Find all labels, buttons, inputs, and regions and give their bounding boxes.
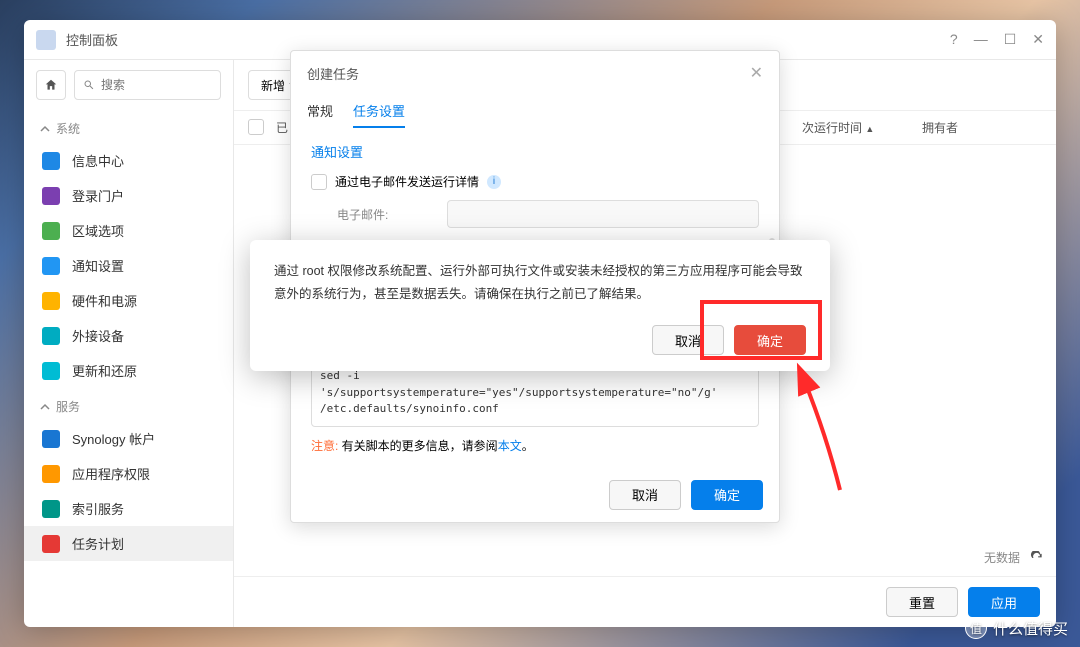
sidebar-item-Synology 帐户[interactable]: Synology 帐户 <box>24 421 233 456</box>
sidebar-item-登录门户[interactable]: 登录门户 <box>24 178 233 213</box>
select-all-checkbox[interactable] <box>248 119 264 135</box>
nav-icon <box>42 222 60 240</box>
search-icon <box>83 78 95 92</box>
home-icon <box>44 78 58 92</box>
sidebar-item-label: 硬件和电源 <box>72 291 137 310</box>
sidebar-item-label: 信息中心 <box>72 151 124 170</box>
col-owner[interactable]: 拥有者 <box>922 119 1042 136</box>
refresh-icon[interactable] <box>1030 551 1044 565</box>
tab-task-settings[interactable]: 任务设置 <box>353 95 405 128</box>
sidebar-item-label: 登录门户 <box>72 186 124 205</box>
modal-title: 创建任务 <box>307 64 359 83</box>
sidebar-section-header[interactable]: 系统 <box>24 110 233 143</box>
sidebar-item-外接设备[interactable]: 外接设备 <box>24 318 233 353</box>
apply-button[interactable]: 应用 <box>968 587 1040 617</box>
no-data-label: 无数据 <box>984 549 1020 566</box>
sidebar-item-通知设置[interactable]: 通知设置 <box>24 248 233 283</box>
nav-icon <box>42 535 60 553</box>
chevron-up-icon <box>40 124 50 134</box>
sidebar-item-任务计划[interactable]: 任务计划 <box>24 526 233 561</box>
nav-icon <box>42 430 60 448</box>
nav-icon <box>42 327 60 345</box>
sidebar-section-header[interactable]: 服务 <box>24 388 233 421</box>
nav-icon <box>42 500 60 518</box>
note-label: 注意: <box>311 439 338 453</box>
sidebar-item-索引服务[interactable]: 索引服务 <box>24 491 233 526</box>
help-icon[interactable]: ? <box>950 31 958 48</box>
confirm-ok-button[interactable]: 确定 <box>734 325 806 355</box>
confirm-cancel-button[interactable]: 取消 <box>652 325 724 355</box>
sidebar-item-信息中心[interactable]: 信息中心 <box>24 143 233 178</box>
app-icon <box>36 30 56 50</box>
sidebar-item-label: Synology 帐户 <box>72 429 155 448</box>
sidebar-item-区域选项[interactable]: 区域选项 <box>24 213 233 248</box>
modal-cancel-button[interactable]: 取消 <box>609 480 681 510</box>
sidebar-item-label: 应用程序权限 <box>72 464 150 483</box>
nav-icon <box>42 465 60 483</box>
nav-icon <box>42 257 60 275</box>
new-button-label: 新增 <box>261 77 285 94</box>
email-input[interactable] <box>447 200 759 228</box>
col-next-run[interactable]: 次运行时间 ▲ <box>802 119 922 136</box>
sidebar-item-应用程序权限[interactable]: 应用程序权限 <box>24 456 233 491</box>
watermark-badge: 值 <box>965 617 987 639</box>
modal-ok-button[interactable]: 确定 <box>691 480 763 510</box>
nav-icon <box>42 152 60 170</box>
nav-icon <box>42 187 60 205</box>
sidebar-item-硬件和电源[interactable]: 硬件和电源 <box>24 283 233 318</box>
email-field-label: 电子邮件: <box>337 206 437 223</box>
window-title: 控制面板 <box>66 30 950 49</box>
home-button[interactable] <box>36 70 66 100</box>
email-checkbox[interactable] <box>311 174 327 190</box>
sidebar-item-label: 区域选项 <box>72 221 124 240</box>
search-field[interactable] <box>101 78 212 92</box>
note-text: 有关脚本的更多信息，请参阅 <box>338 439 497 453</box>
modal-close-icon[interactable]: ✕ <box>750 63 763 83</box>
close-icon[interactable]: ✕ <box>1032 31 1044 48</box>
sidebar-item-更新和还原[interactable]: 更新和还原 <box>24 353 233 388</box>
maximize-icon[interactable]: ☐ <box>1004 31 1017 48</box>
info-icon[interactable]: i <box>487 175 501 189</box>
watermark: 值 什么值得买 <box>965 617 1068 639</box>
tab-general[interactable]: 常规 <box>307 95 333 128</box>
search-input[interactable] <box>74 70 221 100</box>
sidebar-item-label: 索引服务 <box>72 499 124 518</box>
chevron-up-icon <box>40 402 50 412</box>
sidebar-item-label: 更新和还原 <box>72 361 137 380</box>
minimize-icon[interactable]: — <box>974 31 988 48</box>
note-link[interactable]: 本文 <box>498 439 522 453</box>
email-checkbox-label: 通过电子邮件发送运行详情 <box>335 173 479 190</box>
nav-icon <box>42 292 60 310</box>
watermark-text: 什么值得买 <box>993 618 1068 639</box>
section-notify-title: 通知设置 <box>311 142 759 161</box>
sidebar-item-label: 任务计划 <box>72 534 124 553</box>
confirm-text: 通过 root 权限修改系统配置、运行外部可执行文件或安装未经授权的第三方应用程… <box>274 260 806 305</box>
sidebar-item-label: 外接设备 <box>72 326 124 345</box>
confirm-dialog: 通过 root 权限修改系统配置、运行外部可执行文件或安装未经授权的第三方应用程… <box>250 240 830 371</box>
sidebar-item-label: 通知设置 <box>72 256 124 275</box>
sidebar: 系统信息中心登录门户区域选项通知设置硬件和电源外接设备更新和还原服务 Synolo… <box>24 60 234 627</box>
reset-button[interactable]: 重置 <box>886 587 958 617</box>
nav-icon <box>42 362 60 380</box>
